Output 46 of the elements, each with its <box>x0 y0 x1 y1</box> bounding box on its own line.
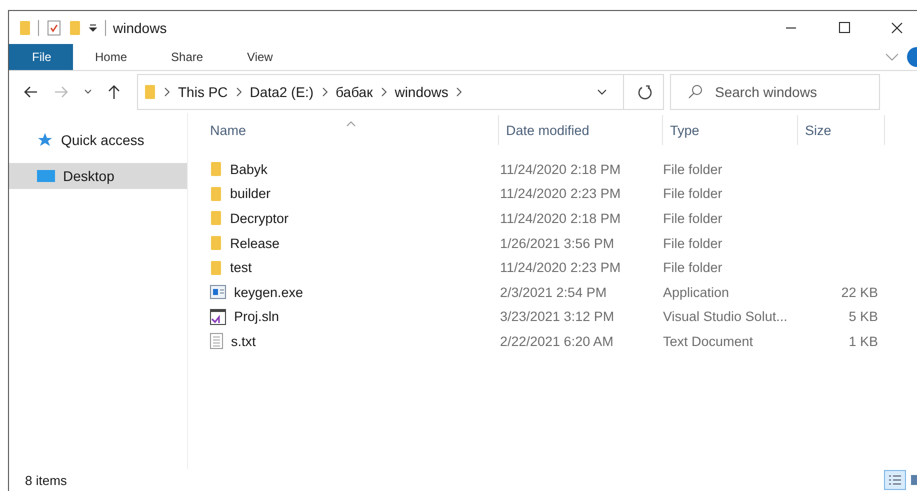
ribbon-tab[interactable]: Share <box>149 44 226 70</box>
ribbon-tab[interactable]: File <box>9 44 73 70</box>
type-cell: File folder <box>663 162 722 177</box>
breadcrumb-item[interactable]: бабак <box>336 84 373 100</box>
file-name[interactable]: Release <box>230 236 280 251</box>
size-cell: 1 KB <box>848 334 878 349</box>
file-name[interactable]: s.txt <box>231 334 256 349</box>
file-name[interactable]: keygen.exe <box>234 284 304 300</box>
date-cell: 11/24/2020 2:18 PM <box>500 210 621 226</box>
type-cell: File folder <box>663 210 722 226</box>
breadcrumb-item[interactable]: windows <box>394 84 448 100</box>
type-cell: File folder <box>663 236 722 251</box>
date-cell: 2/3/2021 2:54 PM <box>500 284 607 300</box>
date-cell: 1/26/2021 3:56 PM <box>500 236 614 251</box>
date-cell: 11/24/2020 2:18 PM <box>500 162 621 177</box>
column-header[interactable]: Type <box>662 115 797 145</box>
column-header[interactable]: Size <box>797 115 885 145</box>
address-bar[interactable]: This PC Data2 (E:) бабак windows <box>137 74 664 110</box>
type-cell: Visual Studio Solut... <box>663 309 788 324</box>
breadcrumb-item[interactable]: This PC <box>178 84 228 100</box>
file-name[interactable]: Decryptor <box>230 210 289 226</box>
type-cell: Text Document <box>663 334 754 349</box>
sidebar-item[interactable]: Quick access <box>9 127 187 153</box>
type-cell: Application <box>663 284 730 300</box>
column-header[interactable]: Date modified <box>498 115 662 145</box>
sidebar-item[interactable]: Desktop <box>9 163 187 189</box>
type-cell: File folder <box>663 186 722 202</box>
ribbon-tab[interactable]: Home <box>73 44 150 70</box>
item-count: 8 items <box>25 472 67 488</box>
search-field[interactable]: Search windows <box>713 83 857 101</box>
size-cell: 5 KB <box>848 309 878 324</box>
search-box[interactable]: Search windows <box>670 74 880 110</box>
breadcrumb-item[interactable]: Data2 (E:) <box>250 84 314 100</box>
size-cell: 22 KB <box>841 284 878 300</box>
window-title: windows <box>113 20 167 36</box>
file-name[interactable]: builder <box>230 186 271 202</box>
type-cell: File folder <box>663 260 722 276</box>
date-cell: 3/23/2021 3:12 PM <box>500 309 614 324</box>
date-cell: 2/22/2021 6:20 AM <box>500 334 614 349</box>
file-name[interactable]: Proj.sln <box>234 309 280 324</box>
date-cell: 11/24/2020 2:23 PM <box>500 260 621 276</box>
file-name[interactable]: test <box>230 260 252 276</box>
date-cell: 11/24/2020 2:23 PM <box>500 186 621 202</box>
ribbon-tab[interactable]: View <box>225 44 295 70</box>
file-name[interactable]: Babyk <box>230 162 268 177</box>
column-header[interactable]: Name <box>208 115 498 145</box>
